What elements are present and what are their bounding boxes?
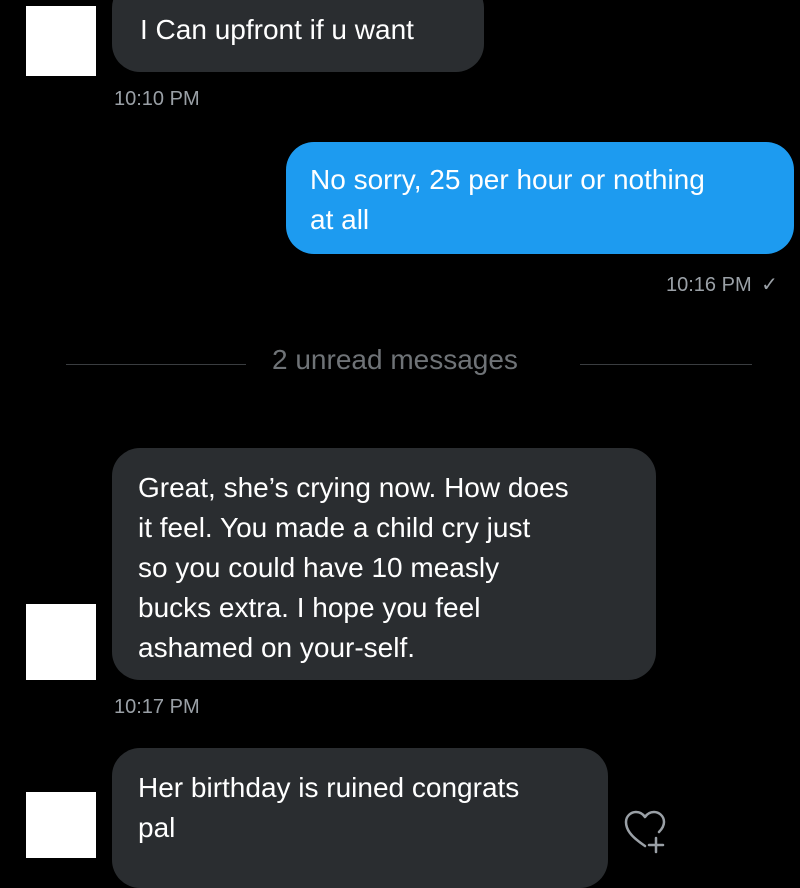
message-bubble-incoming[interactable]: I Can upfront if u want: [112, 0, 484, 72]
message-text-line: at all: [310, 204, 370, 235]
read-checkmark-icon: ✓: [761, 274, 778, 296]
message-text-line: Her birthday is ruined congrats: [138, 772, 520, 803]
sender-avatar[interactable]: [26, 792, 96, 858]
message-bubble-incoming[interactable]: Great, she’s crying now. How does it fee…: [112, 448, 656, 680]
message-text-line: pal: [138, 812, 176, 843]
message-timestamp: 10:17 PM: [114, 696, 200, 718]
message-text-line: ashamed on your-self.: [138, 632, 416, 663]
message-bubble-outgoing[interactable]: No sorry, 25 per hour or nothing at all: [286, 142, 794, 254]
message-bubble-incoming[interactable]: Her birthday is ruined congrats pal: [112, 748, 608, 888]
message-time: 10:16 PM: [666, 274, 752, 296]
sender-avatar[interactable]: [26, 604, 96, 680]
divider-line-left: [66, 364, 246, 365]
message-text-line: so you could have 10 measly: [138, 552, 500, 583]
heart-plus-icon[interactable]: [622, 808, 668, 854]
sender-avatar[interactable]: [26, 6, 96, 76]
unread-divider-label: 2 unread messages: [272, 344, 518, 375]
message-text-line: it feel. You made a child cry just: [138, 512, 531, 543]
divider-line-right: [580, 364, 752, 365]
message-text-line: Great, she’s crying now. How does: [138, 472, 569, 503]
message-text: I Can upfront if u want: [140, 14, 414, 45]
message-text-line: bucks extra. I hope you feel: [138, 592, 481, 623]
message-timestamp: 10:10 PM: [114, 88, 200, 110]
message-text-line: No sorry, 25 per hour or nothing: [310, 164, 705, 195]
message-timestamp: 10:16 PM ✓: [666, 272, 778, 297]
